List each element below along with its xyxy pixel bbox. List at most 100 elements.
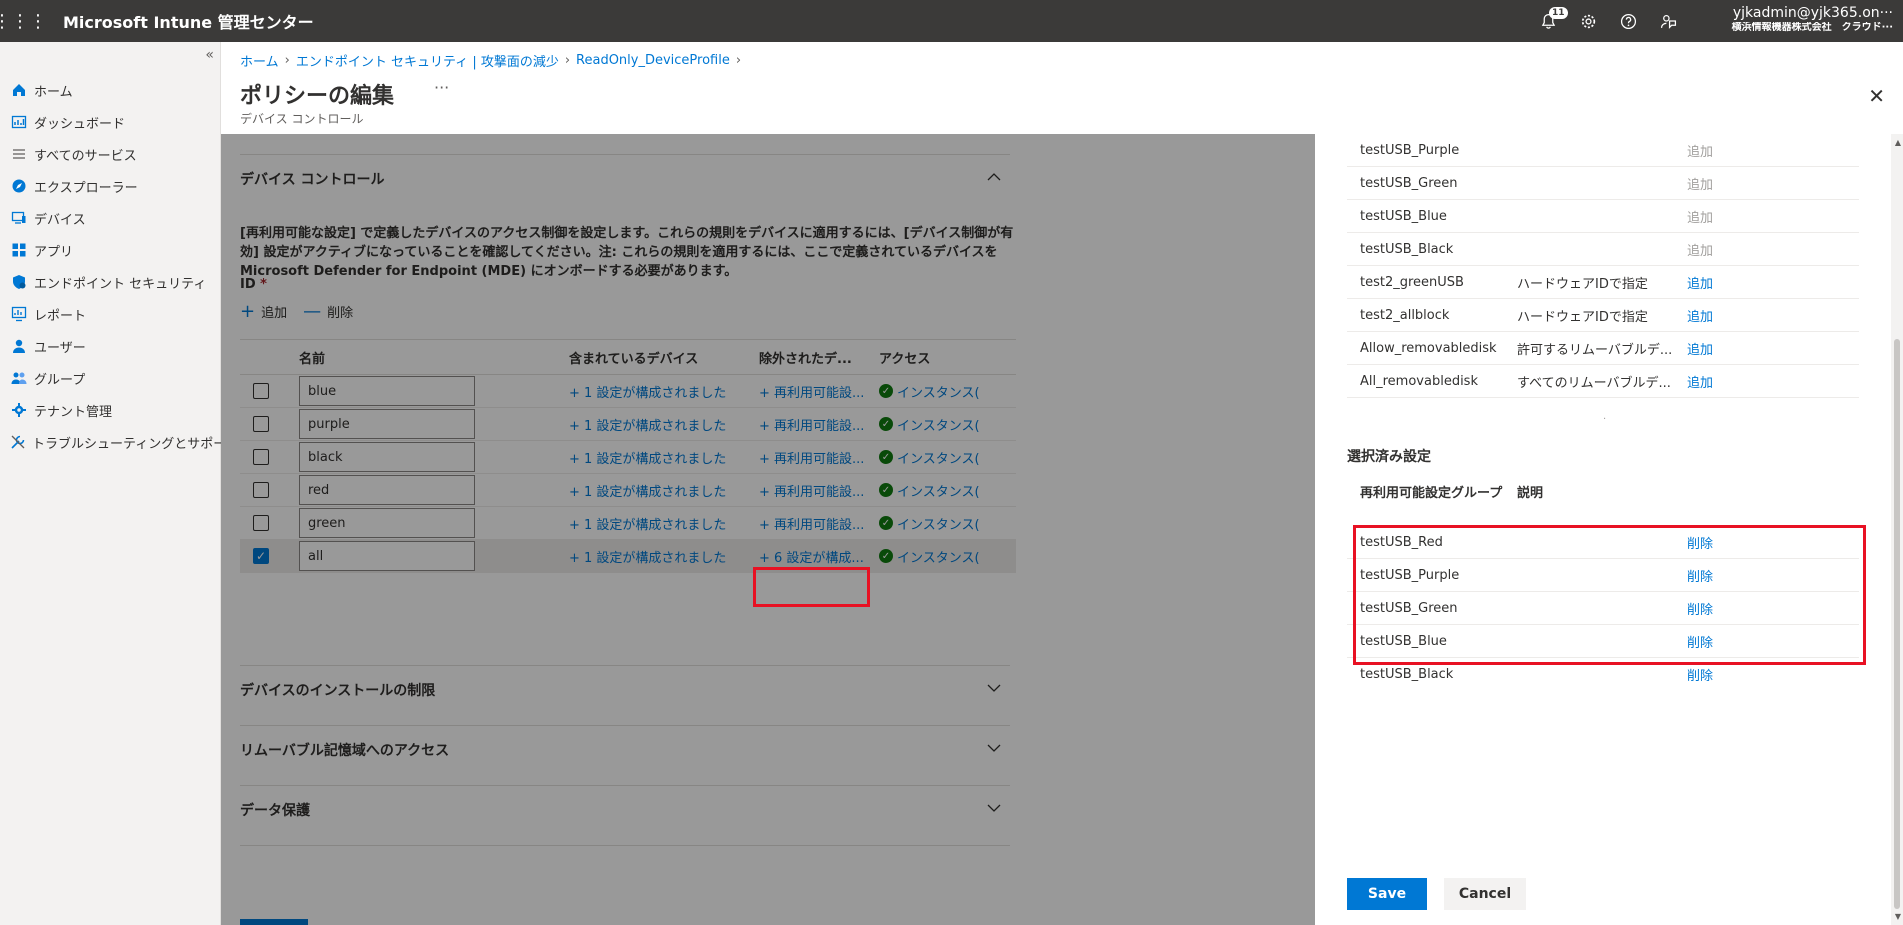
scroll-down-icon[interactable]: ▼ bbox=[1895, 912, 1901, 921]
device-control-description: [再利用可能な設定] で定義したデバイスのアクセス制御を設定します。これらの規則… bbox=[240, 226, 1014, 279]
access-link[interactable]: ✓ インスタンス( bbox=[879, 547, 989, 566]
collapse-sidebar-icon[interactable]: « bbox=[205, 47, 214, 63]
row-name-input[interactable] bbox=[299, 508, 475, 538]
access-link[interactable]: ✓ インスタンス( bbox=[879, 481, 989, 500]
data-protection-header[interactable]: データ保護 bbox=[240, 786, 1010, 834]
settings-gear-icon[interactable] bbox=[1568, 0, 1608, 42]
remove-setting-button[interactable]: 削除 bbox=[1687, 665, 1747, 684]
sidebar-item-explorer[interactable]: エクスプローラー bbox=[0, 170, 221, 202]
access-link[interactable]: ✓ インスタンス( bbox=[879, 448, 989, 467]
sidebar-item-label: デバイス bbox=[34, 212, 86, 228]
access-link[interactable]: ✓ インスタンス( bbox=[879, 382, 989, 401]
excluded-devices-link[interactable]: + 再利用可能設... bbox=[759, 514, 879, 533]
app-launcher-icon[interactable]: ⋮⋮⋮ bbox=[0, 0, 47, 42]
breadcrumb-home[interactable]: ホーム bbox=[240, 51, 279, 70]
remove-setting-button[interactable]: 削除 bbox=[1687, 533, 1747, 552]
scroll-up-icon[interactable]: ▲ bbox=[1895, 138, 1901, 147]
table-row: + 1 設定が構成されました + 再利用可能設... ✓ インスタンス( bbox=[240, 408, 1016, 441]
sidebar-item-tenant-admin[interactable]: テナント管理 bbox=[0, 394, 221, 426]
next-button[interactable]: 次へ bbox=[240, 919, 308, 925]
minus-icon: — bbox=[303, 300, 322, 322]
install-restriction-header[interactable]: デバイスのインストールの制限 bbox=[240, 666, 1010, 714]
add-button[interactable]: + 追加 bbox=[240, 302, 287, 321]
sidebar-item-users[interactable]: ユーザー bbox=[0, 330, 221, 362]
remove-setting-button[interactable]: 削除 bbox=[1687, 566, 1747, 585]
selected-setting-name: testUSB_Green bbox=[1360, 600, 1458, 616]
row-name-input[interactable] bbox=[299, 442, 475, 472]
row-name-input[interactable] bbox=[299, 376, 475, 406]
row-name-input[interactable] bbox=[299, 541, 475, 571]
row-name-input[interactable] bbox=[299, 475, 475, 505]
add-setting-button[interactable]: 追加 bbox=[1687, 372, 1747, 391]
row-checkbox[interactable] bbox=[253, 515, 269, 531]
section-divider bbox=[240, 845, 1010, 846]
sidebar-item-devices[interactable]: デバイス bbox=[0, 202, 221, 234]
excluded-devices-link[interactable]: + 再利用可能設... bbox=[759, 481, 879, 500]
included-devices-link[interactable]: + 1 設定が構成されました bbox=[569, 415, 759, 434]
delete-button[interactable]: — 削除 bbox=[303, 302, 353, 321]
breadcrumb-endpoint-security[interactable]: エンドポイント セキュリティ | 攻撃面の減少 bbox=[296, 51, 559, 70]
sidebar-item-label: ダッシュボード bbox=[34, 116, 126, 132]
access-label: インスタンス( bbox=[897, 517, 980, 533]
cancel-button[interactable]: Cancel bbox=[1444, 878, 1526, 910]
save-button[interactable]: Save bbox=[1347, 878, 1427, 910]
row-name-input[interactable] bbox=[299, 409, 475, 439]
scroll-thumb[interactable] bbox=[1894, 339, 1900, 909]
included-devices-link[interactable]: + 1 設定が構成されました bbox=[569, 514, 759, 533]
sidebar-item-all-services[interactable]: すべてのサービス bbox=[0, 138, 221, 170]
help-icon[interactable] bbox=[1608, 0, 1648, 42]
remove-setting-button[interactable]: 削除 bbox=[1687, 599, 1747, 618]
sidebar-item-dashboard[interactable]: ダッシュボード bbox=[0, 106, 221, 138]
column-header-excluded: 除外されたデ... bbox=[759, 351, 852, 367]
row-checkbox[interactable] bbox=[253, 482, 269, 498]
breadcrumb-profile[interactable]: ReadOnly_DeviceProfile bbox=[576, 53, 730, 68]
account-user: yjkadmin@yjk365.on··· bbox=[1732, 5, 1893, 21]
excluded-devices-link[interactable]: + 再利用可能設... bbox=[759, 382, 879, 401]
account-menu[interactable]: yjkadmin@yjk365.on··· 横浜情報機器株式会社 クラウド··· bbox=[1693, 5, 1893, 34]
check-circle-icon: ✓ bbox=[879, 516, 893, 530]
chevron-down-icon bbox=[986, 680, 1002, 700]
column-header-access: アクセス bbox=[879, 351, 931, 367]
access-link[interactable]: ✓ インスタンス( bbox=[879, 415, 989, 434]
access-label: インスタンス( bbox=[897, 484, 980, 500]
included-devices-link[interactable]: + 1 設定が構成されました bbox=[569, 382, 759, 401]
remove-setting-button[interactable]: 削除 bbox=[1687, 632, 1747, 651]
add-setting-button[interactable]: 追加 bbox=[1687, 339, 1747, 358]
removable-storage-section: リムーバブル記憶域へのアクセス bbox=[240, 725, 1010, 774]
included-devices-link[interactable]: + 1 設定が構成されました bbox=[569, 547, 759, 566]
excluded-devices-link[interactable]: + 再利用可能設... bbox=[759, 448, 879, 467]
sidebar-item-endpoint-security[interactable]: エンドポイント セキュリティ bbox=[0, 266, 221, 298]
add-setting-button: 追加 bbox=[1687, 177, 1714, 193]
setting-name: test2_greenUSB bbox=[1360, 274, 1464, 290]
access-link[interactable]: ✓ インスタンス( bbox=[879, 514, 989, 533]
top-icons: 11 bbox=[1528, 0, 1688, 42]
add-setting-button[interactable]: 追加 bbox=[1687, 306, 1747, 325]
app-title[interactable]: Microsoft Intune 管理センター bbox=[63, 9, 314, 33]
included-devices-link[interactable]: + 1 設定が構成されました bbox=[569, 481, 759, 500]
page-subtitle: デバイス コントロール bbox=[240, 112, 364, 126]
notifications-bell-icon[interactable]: 11 bbox=[1528, 0, 1568, 42]
row-checkbox[interactable] bbox=[253, 383, 269, 399]
sidebar-item-troubleshooting[interactable]: トラブルシューティングとサポート bbox=[0, 426, 239, 458]
more-options-icon[interactable]: ··· bbox=[434, 78, 449, 97]
sidebar-item-reports[interactable]: レポート bbox=[0, 298, 221, 330]
row-checkbox-checked[interactable]: ✓ bbox=[253, 548, 269, 564]
add-button-label: 追加 bbox=[261, 306, 288, 321]
id-label-text: ID bbox=[240, 277, 256, 292]
removable-storage-header[interactable]: リムーバブル記憶域へのアクセス bbox=[240, 726, 1010, 774]
device-control-header[interactable]: デバイス コントロール bbox=[240, 155, 1010, 203]
excluded-devices-link[interactable]: + 6 設定が構成... bbox=[759, 547, 879, 566]
sidebar-item-home[interactable]: ホーム bbox=[0, 74, 221, 106]
sidebar-item-apps[interactable]: アプリ bbox=[0, 234, 221, 266]
feedback-icon[interactable] bbox=[1648, 0, 1688, 42]
add-setting-button[interactable]: 追加 bbox=[1687, 273, 1747, 292]
row-checkbox[interactable] bbox=[253, 449, 269, 465]
excluded-devices-link[interactable]: + 再利用可能設... bbox=[759, 415, 879, 434]
row-checkbox[interactable] bbox=[253, 416, 269, 432]
setting-name: Allow_removabledisk bbox=[1360, 340, 1497, 356]
sidebar-item-groups[interactable]: グループ bbox=[0, 362, 221, 394]
included-devices-link[interactable]: + 1 設定が構成されました bbox=[569, 448, 759, 467]
close-icon[interactable]: ✕ bbox=[1868, 84, 1885, 108]
selected-setting-name: testUSB_Purple bbox=[1360, 567, 1460, 583]
panel-scrollbar[interactable]: ▲ ▼ bbox=[1891, 134, 1903, 925]
